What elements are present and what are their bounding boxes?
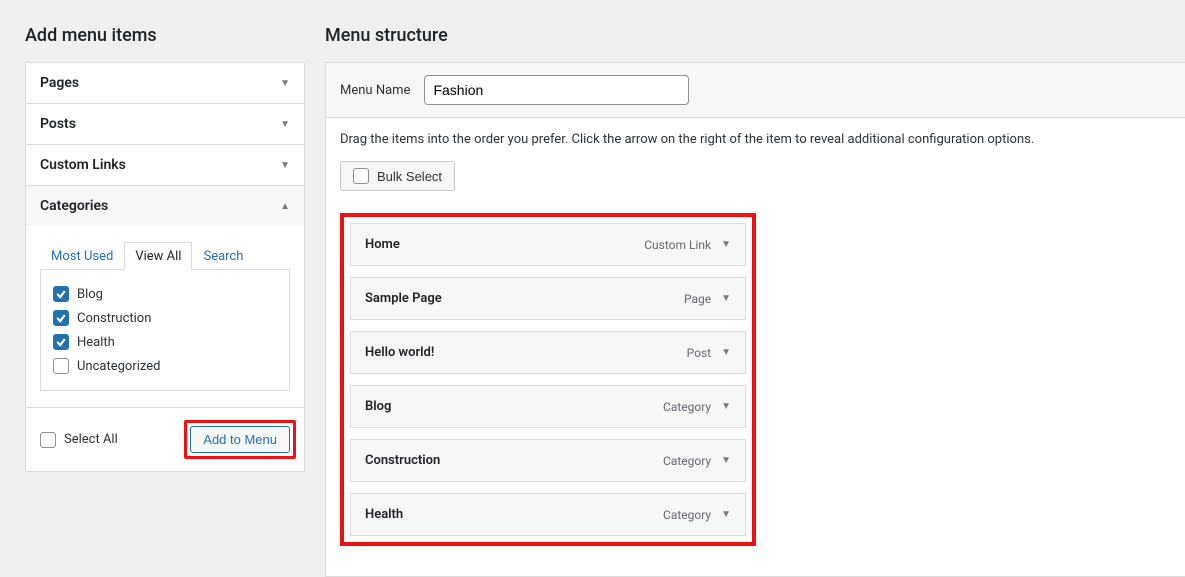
chevron-down-icon[interactable]: ▼ (721, 293, 731, 304)
highlight-box: Add to Menu (184, 420, 296, 459)
bulk-select-label: Bulk Select (377, 169, 442, 184)
chevron-down-icon[interactable]: ▼ (721, 509, 731, 520)
menu-item-title: Home (365, 237, 400, 252)
accordion-header-custom-links[interactable]: Custom Links ▼ (26, 145, 304, 185)
menu-item-type: Category (663, 454, 711, 468)
menu-item-home[interactable]: Home Custom Link ▼ (350, 223, 746, 266)
menu-item-hello-world[interactable]: Hello world! Post ▼ (350, 331, 746, 374)
tab-most-used[interactable]: Most Used (40, 242, 124, 270)
menu-item-type: Category (663, 508, 711, 522)
menu-item-type: Page (684, 292, 711, 306)
menu-item-title: Hello world! (365, 345, 434, 360)
menu-name-row: Menu Name (326, 63, 1185, 118)
chevron-down-icon: ▼ (280, 119, 290, 130)
checkbox[interactable] (353, 168, 369, 184)
chevron-down-icon: ▼ (280, 78, 290, 89)
menu-item-sample-page[interactable]: Sample Page Page ▼ (350, 277, 746, 320)
menu-name-label: Menu Name (340, 83, 410, 98)
category-label: Health (77, 335, 115, 350)
chevron-down-icon[interactable]: ▼ (721, 347, 731, 358)
category-label: Uncategorized (77, 359, 160, 374)
menu-item-type: Post (687, 346, 711, 360)
checkbox[interactable] (53, 334, 69, 350)
menu-structure-body: Drag the items into the order you prefer… (326, 118, 1185, 576)
checkbox[interactable] (40, 432, 56, 448)
category-item-blog[interactable]: Blog (53, 282, 277, 306)
chevron-down-icon: ▼ (280, 160, 290, 171)
checkbox[interactable] (53, 286, 69, 302)
menu-structure-panel: Menu Name Drag the items into the order … (325, 62, 1185, 577)
checkbox[interactable] (53, 358, 69, 374)
category-list: Blog Construction Health Uncategori (40, 269, 290, 391)
tab-search[interactable]: Search (192, 242, 254, 270)
accordion: Pages ▼ Posts ▼ Custom Links ▼ Categorie… (25, 62, 305, 472)
menu-name-input[interactable] (424, 75, 689, 105)
add-menu-items-title: Add menu items (25, 25, 305, 46)
menu-item-title: Construction (365, 453, 440, 468)
chevron-up-icon: ▲ (280, 201, 290, 212)
accordion-footer: Select All Add to Menu (26, 407, 304, 471)
category-label: Construction (77, 311, 151, 326)
category-item-uncategorized[interactable]: Uncategorized (53, 354, 277, 378)
category-label: Blog (77, 287, 103, 302)
checkbox[interactable] (53, 310, 69, 326)
instruction-text: Drag the items into the order you prefer… (340, 132, 1171, 147)
accordion-label: Pages (40, 75, 79, 91)
chevron-down-icon[interactable]: ▼ (721, 455, 731, 466)
menu-item-blog[interactable]: Blog Category ▼ (350, 385, 746, 428)
accordion-header-categories[interactable]: Categories ▲ (26, 186, 304, 226)
menu-item-type: Custom Link (644, 238, 711, 252)
chevron-down-icon[interactable]: ▼ (721, 239, 731, 250)
category-item-health[interactable]: Health (53, 330, 277, 354)
menu-structure-title: Menu structure (325, 25, 1185, 46)
accordion-label: Categories (40, 198, 108, 214)
select-all-row[interactable]: Select All (40, 432, 118, 448)
chevron-down-icon[interactable]: ▼ (721, 401, 731, 412)
bulk-select-button[interactable]: Bulk Select (340, 161, 455, 191)
accordion-label: Posts (40, 116, 76, 132)
menu-item-title: Health (365, 507, 403, 522)
tab-view-all[interactable]: View All (124, 242, 192, 270)
menu-item-health[interactable]: Health Category ▼ (350, 493, 746, 536)
accordion-label: Custom Links (40, 157, 126, 173)
menu-item-type: Category (663, 400, 711, 414)
accordion-body-categories: Most Used View All Search Blog Construct… (26, 226, 304, 471)
add-to-menu-button[interactable]: Add to Menu (190, 426, 290, 453)
menu-item-construction[interactable]: Construction Category ▼ (350, 439, 746, 482)
menu-item-title: Sample Page (365, 291, 442, 306)
menu-item-title: Blog (365, 399, 391, 414)
accordion-header-posts[interactable]: Posts ▼ (26, 104, 304, 144)
accordion-header-pages[interactable]: Pages ▼ (26, 63, 304, 103)
category-item-construction[interactable]: Construction (53, 306, 277, 330)
category-tabs: Most Used View All Search (40, 226, 290, 270)
select-all-label: Select All (64, 432, 118, 447)
highlight-box: Home Custom Link ▼ Sample Page Page ▼ (340, 213, 756, 546)
